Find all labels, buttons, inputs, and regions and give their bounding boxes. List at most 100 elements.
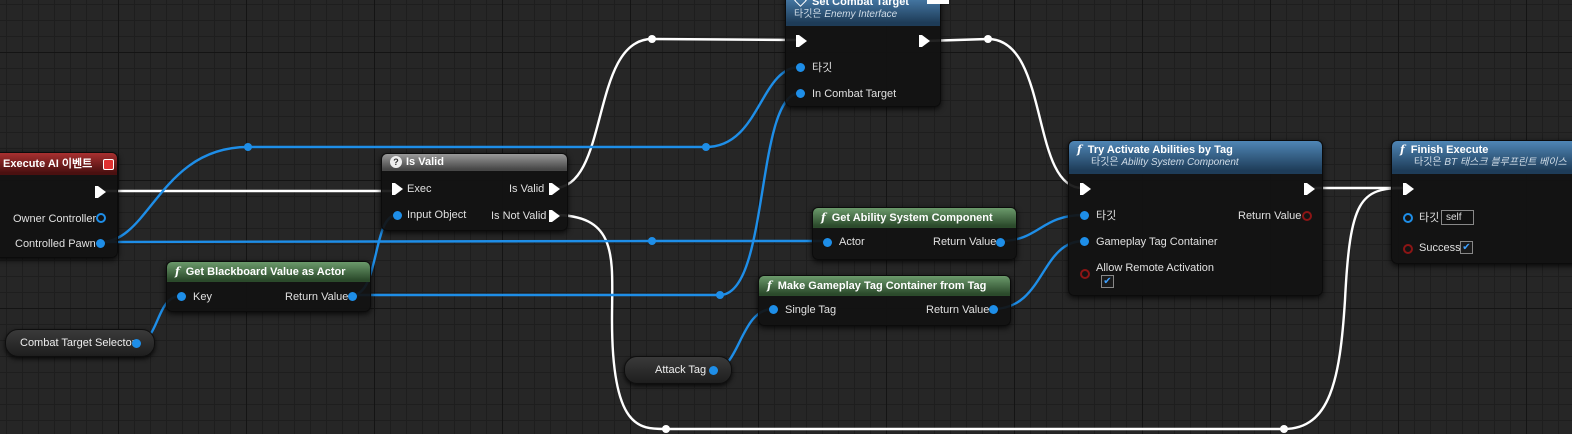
exec-wire-setcombat-to-tryactivate [923, 37, 1084, 190]
reroute-node [662, 425, 670, 433]
get-blackboard-title: Get Blackboard Value as Actor [185, 266, 346, 278]
key-pin[interactable] [177, 292, 186, 301]
attack-tag-pin[interactable] [709, 366, 718, 375]
key-label: Key [193, 291, 212, 303]
allow-remote-pin[interactable] [1080, 269, 1090, 279]
combat-target-selector-pin[interactable] [132, 339, 141, 348]
is-valid-header: ? Is Valid [382, 154, 567, 171]
actor-pin[interactable] [823, 238, 832, 247]
try-activate-header: f Try Activate Abilities by Tag 타깃은 Abili… [1069, 141, 1322, 174]
input-object-pin[interactable] [393, 211, 402, 220]
try-activate-subtitle: 타깃은 Ability System Component [1077, 157, 1314, 169]
is-valid-exec-pin[interactable] [549, 183, 560, 195]
exec-out-pin[interactable] [1304, 183, 1315, 195]
tag-container-pin[interactable] [1080, 237, 1089, 246]
target-pin[interactable] [796, 63, 805, 72]
allow-remote-checkbox[interactable]: ✔ [1101, 275, 1114, 288]
reroute-node [702, 143, 710, 151]
reroute-node [648, 237, 656, 245]
target-self-field[interactable]: self [1441, 210, 1474, 225]
tag-container-label: Gameplay Tag Container [1096, 236, 1218, 248]
combat-target-selector-var[interactable]: Combat Target Selector [5, 329, 155, 357]
success-label: Success [1419, 242, 1461, 254]
target-label: 타깃 [1419, 212, 1440, 224]
make-tag-container-header: f Make Gameplay Tag Container from Tag [759, 276, 1010, 296]
event-node-title: Execute AI 이벤트 [3, 158, 93, 170]
reroute-node [244, 143, 252, 151]
wire-pawn-to-get-asc [99, 239, 829, 244]
allow-remote-label: Allow Remote Activation [1096, 262, 1214, 274]
in-combat-target-label: In Combat Target [812, 88, 897, 100]
make-tag-container-node[interactable]: f Make Gameplay Tag Container from Tag Si… [758, 275, 1011, 326]
is-valid-node[interactable]: ? Is Valid Exec Is Valid Input Object Is … [381, 153, 568, 231]
finish-execute-subtitle: 타깃은 BT 태스크 블루프린트 베이스 [1400, 157, 1572, 169]
function-f-icon: f [821, 211, 826, 224]
return-value-label: Return Value [933, 236, 997, 248]
controlled-pawn-pin[interactable] [96, 239, 105, 248]
reroute-node [984, 35, 992, 43]
interface-diamond-icon [794, 0, 807, 7]
get-blackboard-value-node[interactable]: f Get Blackboard Value as Actor Key Retur… [166, 261, 371, 312]
set-combat-target-node[interactable]: Set Combat Target 타깃은 Enemy Interface 타깃… [785, 0, 941, 107]
input-object-label: Input Object [407, 209, 467, 221]
attack-tag-label: Attack Tag [655, 364, 707, 376]
finish-execute-node[interactable]: f Finish Execute 타깃은 BT 태스크 블루프린트 베이스 타깃 … [1391, 140, 1572, 264]
actor-label: Actor [839, 236, 865, 248]
success-pin[interactable] [1403, 244, 1413, 254]
get-blackboard-header: f Get Blackboard Value as Actor [167, 262, 370, 282]
exec-in-pin[interactable] [1080, 183, 1091, 195]
target-label: 타깃 [812, 62, 833, 74]
subtitle-target: Enemy Interface [824, 9, 898, 20]
is-not-valid-exec-pin[interactable] [549, 210, 560, 222]
function-f-icon: f [767, 279, 772, 292]
return-value-pin[interactable] [348, 292, 357, 301]
set-combat-target-header: Set Combat Target 타깃은 Enemy Interface [786, 0, 940, 26]
execute-ai-event-node[interactable]: Execute AI 이벤트 Owner Controller Controll… [0, 152, 118, 258]
try-activate-title: Try Activate Abilities by Tag [1087, 144, 1233, 156]
subtitle-target: Ability System Component [1121, 157, 1239, 168]
exec-out-pin[interactable] [919, 35, 930, 47]
return-value-label: Return Value [1238, 210, 1302, 222]
try-activate-node[interactable]: f Try Activate Abilities by Tag 타깃은 Abili… [1068, 140, 1323, 296]
get-asc-header: f Get Ability System Component [813, 208, 1016, 228]
set-combat-target-title: Set Combat Target [812, 0, 909, 8]
function-f-icon: f [1400, 143, 1405, 156]
target-label: 타깃 [1096, 210, 1117, 222]
exec-in-pin[interactable] [1403, 183, 1414, 195]
exec-in-pin[interactable] [796, 35, 807, 47]
exec-in-pin[interactable] [392, 183, 403, 195]
subtitle-target: BT 태스크 블루프린트 베이스 [1444, 157, 1567, 168]
return-value-label: Return Value [926, 304, 990, 316]
exec-wire-isvalid-to-setcombat [552, 37, 800, 190]
subtitle-prefix: 타깃은 [1091, 157, 1119, 168]
exec-out-pin[interactable] [95, 186, 106, 198]
get-asc-node[interactable]: f Get Ability System Component Actor Retu… [812, 207, 1017, 260]
in-combat-target-pin[interactable] [796, 89, 805, 98]
return-value-pin[interactable] [996, 238, 1005, 247]
success-checkbox[interactable]: ✔ [1460, 241, 1473, 254]
return-value-pin[interactable] [989, 305, 998, 314]
finish-execute-header: f Finish Execute 타깃은 BT 태스크 블루프린트 베이스 [1392, 141, 1572, 174]
set-combat-target-subtitle: 타깃은 Enemy Interface [794, 9, 932, 21]
controlled-pawn-label: Controlled Pawn [15, 238, 96, 250]
attack-tag-var[interactable]: Attack Tag [624, 356, 732, 384]
get-asc-title: Get Ability System Component [831, 212, 993, 224]
is-not-valid-label: Is Not Valid [491, 210, 547, 222]
set-combat-target-header-tab [927, 0, 949, 4]
combat-target-selector-label: Combat Target Selector [20, 337, 136, 349]
function-f-icon: f [175, 265, 180, 278]
single-tag-pin[interactable] [769, 305, 778, 314]
reroute-node [1280, 425, 1288, 433]
finish-execute-title: Finish Execute [1410, 144, 1489, 156]
reroute-node [648, 35, 656, 43]
owner-controller-pin[interactable] [96, 213, 106, 223]
function-f-icon: f [1077, 143, 1082, 156]
target-pin[interactable] [1403, 213, 1413, 223]
return-value-label: Return Value [285, 291, 349, 303]
is-valid-title: Is Valid [406, 156, 444, 168]
is-valid-label: Is Valid [509, 183, 545, 195]
target-pin[interactable] [1080, 211, 1089, 220]
exec-label: Exec [407, 183, 432, 195]
make-tag-container-title: Make Gameplay Tag Container from Tag [777, 280, 987, 292]
return-value-bool-pin[interactable] [1302, 211, 1312, 221]
